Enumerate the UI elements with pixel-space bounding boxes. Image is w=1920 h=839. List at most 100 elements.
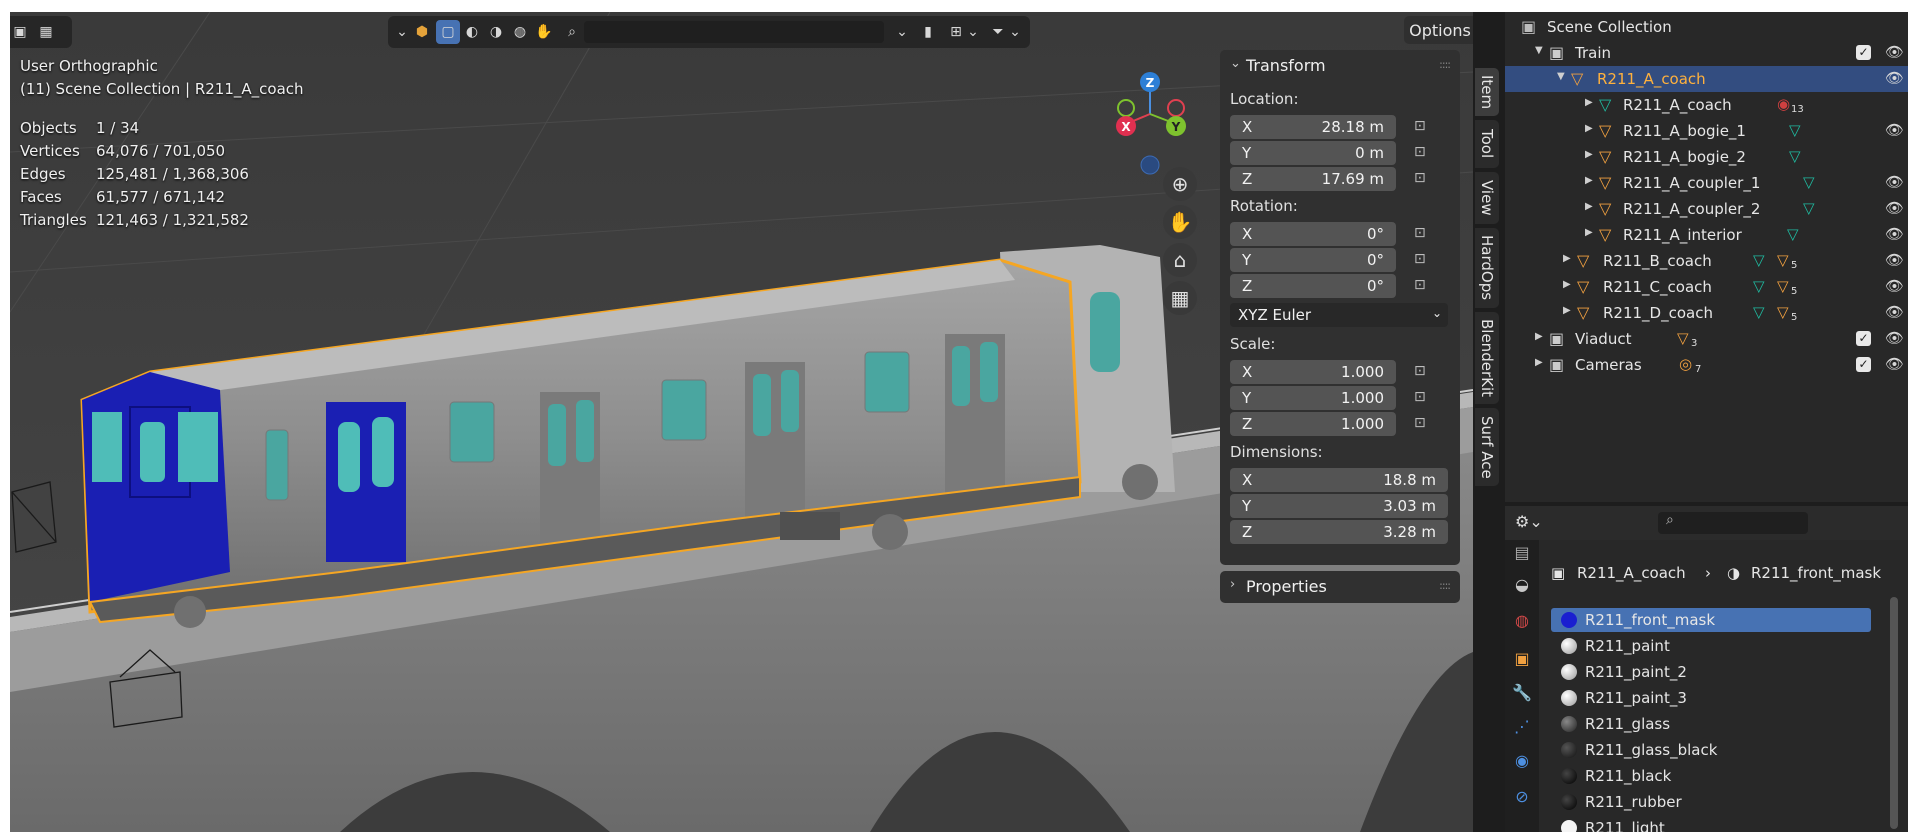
eye-icon[interactable]: 👁 [1885,303,1904,321]
scale-y-field[interactable]: Y 1.000 [1230,386,1396,410]
exclude-checkbox[interactable]: ✓ [1856,331,1871,346]
dimension-x-field[interactable]: X 18.8 m [1230,468,1448,492]
material-slot[interactable]: R211_paint_2 [1551,660,1871,684]
material-list-scrollbar[interactable] [1890,597,1898,829]
expand-toggle-icon[interactable]: ▶ [1535,357,1543,368]
eye-icon[interactable]: 👁 [1885,121,1904,139]
outliner-row-bogie-1[interactable]: ▶ ▽ R211_A_bogie_1 ▽ 👁 [1505,118,1908,144]
outliner-row-r211-c-coach[interactable]: ▶ ▽ R211_C_coach ▽ ▽ 5 👁 [1505,274,1908,300]
exclude-checkbox[interactable]: ✓ [1856,357,1871,372]
outliner-row-train[interactable]: ▼ ▣ Train ✓ 👁 [1505,40,1908,66]
eye-icon[interactable]: 👁 [1885,173,1904,191]
lock-icon[interactable]: ⊡ [1414,118,1432,136]
scale-x-field[interactable]: X 1.000 [1230,360,1396,384]
tab-view[interactable]: View [1475,172,1499,224]
expand-toggle-icon[interactable]: ▼ [1557,71,1565,82]
scale-z-field[interactable]: Z 1.000 [1230,412,1396,436]
options-button[interactable]: Options ⌄ [1404,16,1473,44]
material-slot[interactable]: R211_front_mask [1551,608,1871,632]
material-slot[interactable]: R211_glass_black [1551,738,1871,762]
lock-icon[interactable]: ⊡ [1414,389,1432,407]
transform-panel-title[interactable]: Transform [1246,56,1326,75]
material-slot[interactable]: R211_paint_3 [1551,686,1871,710]
outliner-row-coupler-2[interactable]: ▶ ▽ R211_A_coupler_2 ▽ 👁 [1505,196,1908,222]
eye-icon[interactable]: 👁 [1885,251,1904,269]
search-input[interactable]: ⌕ [1658,512,1808,534]
exclude-checkbox[interactable]: ✓ [1856,45,1871,60]
lock-icon[interactable]: ⊡ [1414,144,1432,162]
lock-icon[interactable]: ⊡ [1414,225,1432,243]
expand-arrow-icon[interactable]: › [1230,577,1235,592]
material-slot[interactable]: R211_black [1551,764,1871,788]
tab-tool[interactable]: Tool [1475,120,1499,168]
outliner-row-r211-d-coach[interactable]: ▶ ▽ R211_D_coach ▽ ▽ 5 👁 [1505,300,1908,326]
eye-icon[interactable]: 👁 [1885,355,1904,373]
ortho-grid-icon[interactable]: ▦ [1163,281,1197,315]
camera-view-icon[interactable]: ⌂ [1163,243,1197,277]
expand-toggle-icon[interactable]: ▶ [1585,149,1593,160]
properties-panel-title[interactable]: Properties [1246,577,1327,596]
outliner-row-cameras[interactable]: ▶ ▣ Cameras ◎ 7 ✓ 👁 [1505,352,1908,378]
3d-viewport[interactable]: ▣ ▦ ⌄ ⬢ ▢ ◐ ◑ ◍ ✋ ⌕ ⌄ ▮ ⊞ ⌄ ⏷ ⌄ Options … [10,12,1473,832]
dropdown-arrow-icon[interactable]: ⌄ [890,20,914,44]
shading-solid-icon[interactable]: ◐ [460,20,484,44]
expand-toggle-icon[interactable]: ▶ [1585,227,1593,238]
collapse-arrow-icon[interactable]: ⌄ [1230,56,1241,71]
eye-icon[interactable]: 👁 [1885,225,1904,243]
hand-tool-icon[interactable]: ✋ [532,20,556,44]
eye-icon[interactable]: 👁 [1885,277,1904,295]
solid-select-icon[interactable]: ▢ [436,20,460,44]
location-z-field[interactable]: Z 17.69 m [1230,167,1396,191]
rotation-x-field[interactable]: X 0° [1230,222,1396,246]
layout-icon[interactable]: ⊞ [944,20,968,44]
layout-dropdown-icon[interactable]: ⌄ [966,20,980,44]
filter-dropdown-icon[interactable]: ⌄ [1008,20,1022,44]
drag-grip-icon[interactable]: :::: [1439,58,1451,71]
expand-toggle-icon[interactable]: ▶ [1585,123,1593,134]
object-types-icon[interactable]: ⬢ [410,20,434,44]
search-input[interactable] [584,21,884,43]
tab-hardops[interactable]: HardOps [1475,228,1499,308]
world-tab-icon[interactable]: ◍ [1512,610,1532,630]
lock-icon[interactable]: ⊡ [1414,415,1432,433]
editor-type-icon[interactable]: ⚙⌄ [1515,512,1543,531]
zoom-icon[interactable]: ⊕ [1163,167,1197,201]
drag-grip-icon[interactable]: :::: [1439,579,1451,592]
material-slot[interactable]: R211_glass [1551,712,1871,736]
select-mode-icon[interactable]: ▦ [34,20,58,44]
bookmark-icon[interactable]: ▮ [916,20,940,44]
pan-hand-icon[interactable]: ✋ [1163,205,1197,239]
eye-icon[interactable]: 👁 [1885,43,1904,61]
outliner-row-mesh[interactable]: ▶ ▽ R211_A_coach ◉ 13 [1505,92,1908,118]
scene-collection-row[interactable]: ▣ Scene Collection [1505,14,1908,40]
outliner-row-viaduct[interactable]: ▶ ▣ Viaduct ▽ 3 ✓ 👁 [1505,326,1908,352]
outliner-row-coupler-1[interactable]: ▶ ▽ R211_A_coupler_1 ▽ 👁 [1505,170,1908,196]
tab-blenderkit[interactable]: BlenderKit [1475,312,1499,404]
lock-icon[interactable]: ⊡ [1414,170,1432,188]
outliner-row-interior[interactable]: ▶ ▽ R211_A_interior ▽ 👁 [1505,222,1908,248]
shading-rendered-icon[interactable]: ◍ [508,20,532,44]
material-slot[interactable]: R211_paint [1551,634,1871,658]
eye-icon[interactable]: 👁 [1885,69,1904,87]
expand-toggle-icon[interactable]: ▼ [1535,45,1543,56]
material-slot[interactable]: R211_light [1551,816,1871,832]
tab-item[interactable]: Item [1475,68,1499,116]
navigation-gizmo[interactable]: Z X Y [1100,58,1200,178]
shading-material-icon[interactable]: ◑ [484,20,508,44]
expand-toggle-icon[interactable]: ▶ [1585,97,1593,108]
expand-toggle-icon[interactable]: ▶ [1535,331,1543,342]
particles-tab-icon[interactable]: ⋰ [1512,716,1532,736]
rotation-mode-dropdown[interactable]: XYZ Euler ⌄ [1230,303,1448,327]
dimension-y-field[interactable]: Y 3.03 m [1230,494,1448,518]
expand-toggle-icon[interactable]: ▶ [1585,201,1593,212]
expand-toggle-icon[interactable]: ▶ [1563,279,1571,290]
expand-toggle-icon[interactable]: ▶ [1585,175,1593,186]
outliner-row-r211-b-coach[interactable]: ▶ ▽ R211_B_coach ▽ ▽ 5 👁 [1505,248,1908,274]
select-box-icon[interactable]: ▣ [10,20,32,44]
outliner-row-r211-a-coach[interactable]: ▼ ▽ R211_A_coach 👁 [1505,66,1908,92]
expand-toggle-icon[interactable]: ▶ [1563,305,1571,316]
visibility-dropdown-icon[interactable]: ⌄ [394,20,410,44]
render-tab-icon[interactable]: ◒ [1512,574,1532,594]
physics-tab-icon[interactable]: ◉ [1512,750,1532,770]
rotation-z-field[interactable]: Z 0° [1230,274,1396,298]
